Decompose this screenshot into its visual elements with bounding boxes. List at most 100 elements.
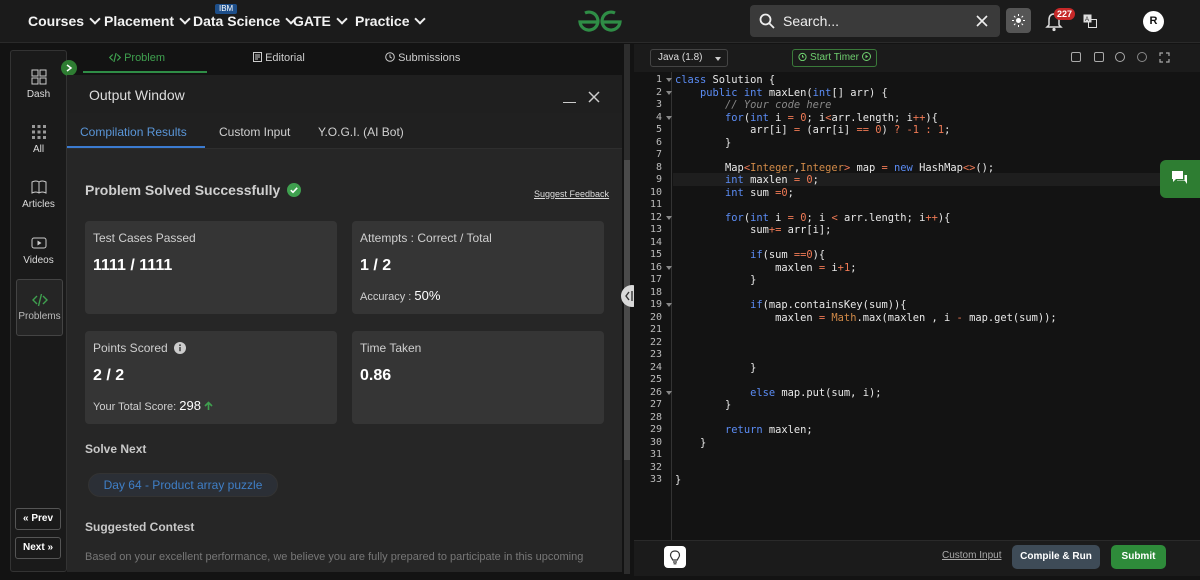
line-number: 12 — [649, 211, 662, 223]
fold-arrow-icon[interactable] — [666, 115, 672, 120]
sidebar-item-problems[interactable]: Problems — [16, 279, 63, 336]
line-number: 33 — [649, 474, 662, 485]
geeksforgeeks-logo[interactable] — [576, 9, 624, 35]
search-input[interactable]: Search... — [783, 13, 839, 29]
line-number-gutter: 1 2 3 4 5 6 7 8 9 10 11 12 13 14 15 16 17 18 19 20 21 22 23 24 2… — [634, 72, 672, 540]
tab-custom-input[interactable]: Custom Input — [219, 125, 290, 139]
theme-toggle-button[interactable] — [1006, 8, 1031, 33]
chevron-down-icon — [89, 13, 101, 25]
avatar[interactable]: R — [1143, 11, 1164, 32]
custom-input-link[interactable]: Custom Input — [942, 550, 1001, 561]
line-number: 7 — [655, 149, 662, 160]
arrow-up-icon — [204, 401, 213, 410]
start-timer-button[interactable]: Start Timer — [792, 49, 877, 67]
line-number: 10 — [649, 186, 662, 198]
scrollbar-thumb[interactable] — [624, 160, 630, 460]
chevron-down-icon — [179, 13, 191, 25]
close-icon[interactable] — [976, 15, 988, 27]
check-circle-icon — [287, 183, 302, 197]
tab-submissions[interactable]: Submissions — [385, 52, 460, 64]
fold-arrow-icon[interactable] — [666, 265, 672, 270]
line-number: 29 — [649, 424, 662, 435]
settings-icon[interactable] — [1115, 52, 1125, 62]
sidebar-item-dash[interactable]: Dash — [11, 69, 66, 100]
code-icon — [31, 293, 48, 307]
left-sidebar: Dash All Articles Videos Problems « Prev… — [10, 50, 67, 572]
copy-icon[interactable] — [1071, 52, 1081, 62]
fold-arrow-icon[interactable] — [666, 215, 672, 220]
line-number: 18 — [649, 286, 662, 298]
status-heading: Problem Solved Successfully — [85, 182, 302, 198]
fold-arrow-icon[interactable] — [666, 303, 672, 307]
card-label: Time Taken — [360, 341, 422, 355]
line-number: 9 — [655, 174, 662, 185]
sidebar-item-articles[interactable]: Articles — [11, 179, 66, 210]
prev-button[interactable]: « Prev — [15, 508, 61, 530]
points-card: Points Scored 2 / 2 Your Total Score: 29… — [85, 331, 337, 424]
editor-toolbar: Java (1.8) Start Timer — [634, 44, 1200, 72]
fullscreen-icon[interactable] — [1159, 52, 1170, 63]
card-value: 0.86 — [360, 367, 392, 384]
card-label: Points Scored — [93, 341, 187, 355]
attempts-card: Attempts : Correct / Total 1 / 2 Accurac… — [352, 221, 604, 314]
line-number: 14 — [649, 236, 662, 248]
theme-icon[interactable] — [1137, 52, 1147, 62]
total-score-line: Your Total Score: 298 — [93, 398, 213, 413]
test-cases-card: Test Cases Passed 1111 / 1111 — [85, 221, 337, 314]
compile-run-button[interactable]: Compile & Run — [1012, 545, 1100, 569]
card-value: 1111 / 1111 — [93, 257, 173, 274]
next-button[interactable]: Next » — [15, 537, 61, 559]
line-number: 11 — [649, 199, 662, 210]
fold-arrow-icon[interactable] — [666, 90, 672, 95]
document-icon — [253, 52, 262, 62]
line-number: 2 — [655, 86, 662, 98]
info-icon[interactable] — [174, 342, 187, 354]
tab-compilation-results[interactable]: Compilation Results — [80, 125, 187, 139]
timer-icon — [798, 52, 807, 62]
submit-button[interactable]: Submit — [1111, 545, 1166, 569]
nav-courses[interactable]: Courses — [28, 13, 101, 29]
problem-tabs: Problem Editorial Submissions — [67, 44, 627, 73]
search-icon — [759, 13, 775, 29]
tab-yogi-ai-bot[interactable]: Y.O.G.I. (AI Bot) — [318, 125, 404, 139]
nav-practice[interactable]: Practice — [355, 13, 427, 29]
output-tabs: Compilation Results Custom Input Y.O.G.I… — [67, 113, 622, 149]
suggest-feedback-link[interactable]: Suggest Feedback — [534, 189, 609, 199]
editor-bottom-bar: Custom Input Compile & Run Submit — [634, 540, 1200, 576]
play-icon — [861, 52, 871, 61]
close-icon[interactable] — [588, 91, 600, 103]
sidebar-item-videos[interactable]: Videos — [11, 235, 66, 266]
line-number: 1 — [655, 74, 662, 85]
hint-button[interactable] — [664, 546, 686, 568]
solve-next-problem-link[interactable]: Day 64 - Product array puzzle — [88, 473, 278, 497]
minimize-icon[interactable] — [563, 102, 576, 103]
line-number: 24 — [649, 361, 662, 373]
line-number: 20 — [649, 311, 662, 323]
import-icon[interactable] — [1094, 52, 1104, 62]
chat-button[interactable] — [1160, 160, 1200, 198]
clock-icon — [385, 52, 395, 62]
nav-placement[interactable]: Placement — [104, 13, 191, 29]
search-bar[interactable]: Search... — [750, 5, 1000, 37]
tab-editorial[interactable]: Editorial — [253, 52, 305, 64]
line-number: 22 — [649, 336, 662, 348]
book-icon — [31, 180, 46, 194]
sidebar-item-all[interactable]: All — [11, 124, 66, 155]
language-select[interactable]: Java (1.8) — [650, 49, 728, 67]
svg-text:A: A — [1085, 17, 1089, 23]
fold-arrow-icon[interactable] — [666, 78, 672, 82]
line-number: 3 — [655, 99, 662, 110]
collapse-panel-button[interactable] — [61, 60, 77, 76]
nav-data-science[interactable]: Data Science — [193, 13, 297, 29]
code-editor[interactable]: 1 2 3 4 5 6 7 8 9 10 11 12 13 14 15 16 17 18 19 20 21 22 23 24 2… — [634, 72, 1200, 540]
dashboard-icon — [31, 69, 46, 85]
accuracy-line: Accuracy : 50% — [360, 288, 441, 303]
line-number: 6 — [655, 136, 662, 148]
fold-arrow-icon[interactable] — [666, 390, 672, 395]
tab-problem[interactable]: Problem — [108, 52, 165, 64]
line-number: 30 — [649, 436, 662, 448]
nav-gate[interactable]: GATE — [293, 13, 348, 29]
suggested-contest-heading: Suggested Contest — [85, 520, 195, 534]
line-number: 13 — [649, 224, 662, 235]
translate-icon[interactable]: A — [1083, 14, 1097, 28]
